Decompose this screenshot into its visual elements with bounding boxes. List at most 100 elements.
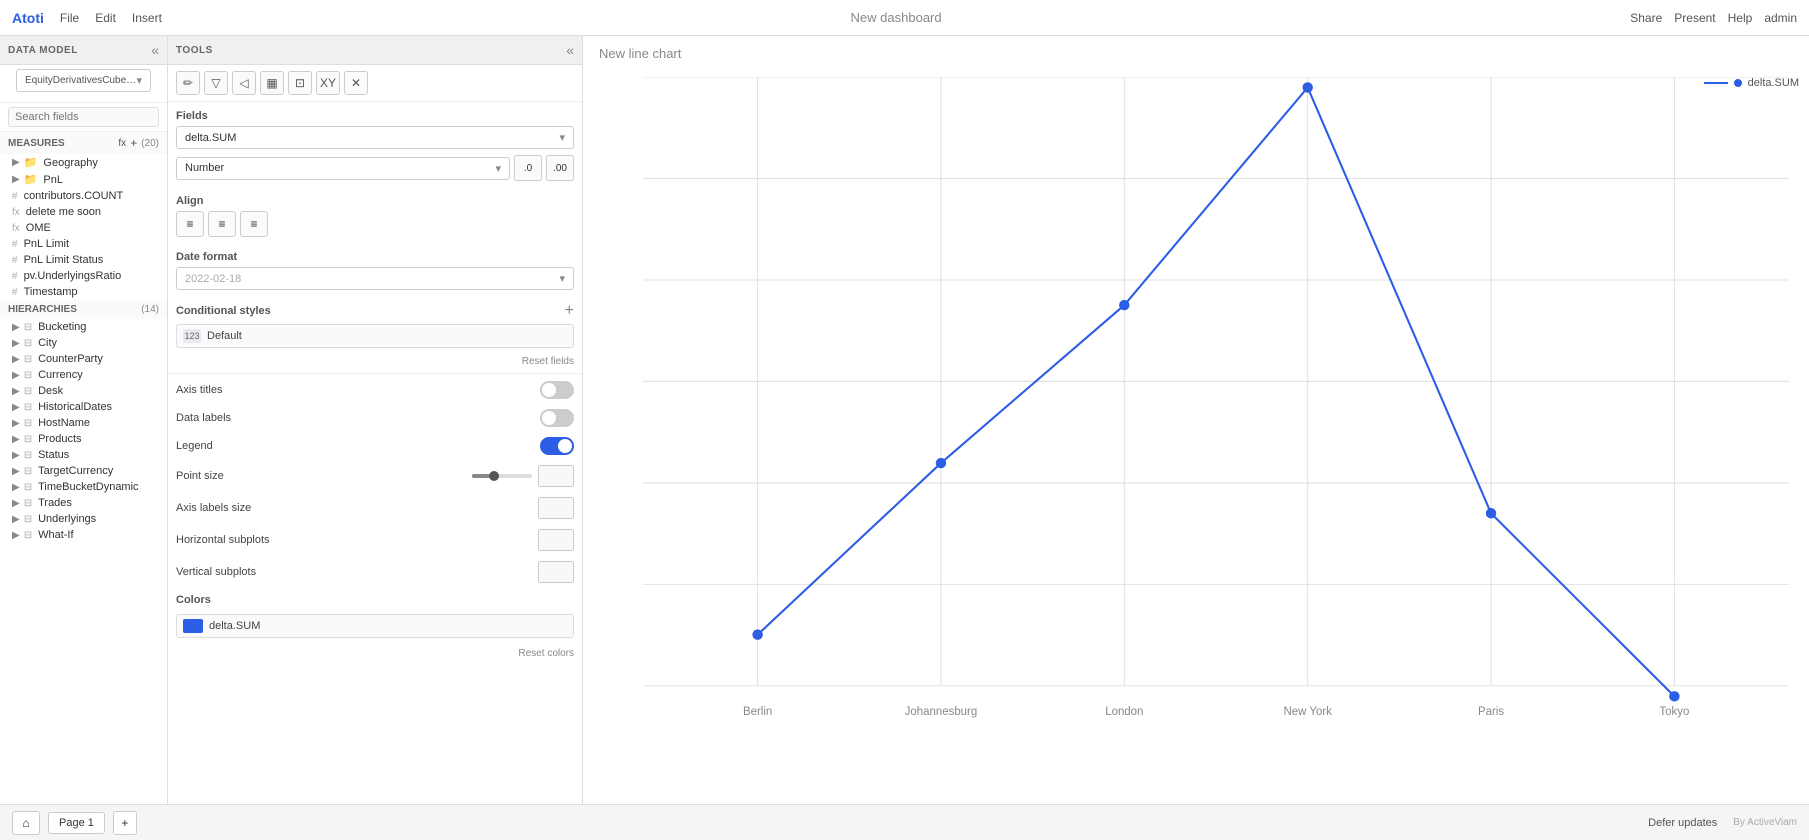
horizontal-subplots-input[interactable]: 6 <box>538 529 574 551</box>
format-value: Number <box>185 162 224 174</box>
conditional-styles-label: Conditional styles <box>176 305 271 317</box>
page-tab[interactable]: Page 1 <box>48 812 105 834</box>
pv-label: pv.UnderlyingsRatio <box>24 270 122 282</box>
hier-desk[interactable]: ▶ ⊟ Desk <box>0 383 167 399</box>
measures-geography[interactable]: ▶ 📁 Geography <box>0 154 167 171</box>
menu-edit[interactable]: Edit <box>95 11 116 25</box>
hier-hostname[interactable]: ▶ ⊟ HostName <box>0 415 167 431</box>
present-button[interactable]: Present <box>1674 11 1715 25</box>
home-btn[interactable]: ⌂ <box>12 811 40 835</box>
add-conditional-btn[interactable]: + <box>565 302 574 320</box>
search-input[interactable] <box>8 107 159 127</box>
defer-updates-btn[interactable]: Defer updates <box>1648 817 1717 829</box>
cell-tool-btn[interactable]: ⊡ <box>288 71 312 95</box>
close-tool-btn[interactable]: ✕ <box>344 71 368 95</box>
measures-title: MEASURES <box>8 138 65 149</box>
format-dot00-btn[interactable]: .00 <box>546 155 574 181</box>
topbar: Atoti File Edit Insert New dashboard Sha… <box>0 0 1809 36</box>
menu-bar: File Edit Insert <box>60 11 162 25</box>
hier-city[interactable]: ▶ ⊟ City <box>0 335 167 351</box>
point-size-input[interactable]: 4 <box>538 465 574 487</box>
measure-pnl-limit-status[interactable]: # PnL Limit Status <box>0 252 167 268</box>
axis-labels-size-row: Axis labels size 12 <box>168 492 582 524</box>
format-dropdown[interactable]: Number ▾ <box>176 157 510 180</box>
color-swatch[interactable] <box>183 619 203 633</box>
chart-title: New line chart <box>599 46 681 61</box>
hier-timebucket[interactable]: ▶ ⊟ TimeBucketDynamic <box>0 479 167 495</box>
sort-tool-btn[interactable]: ◁ <box>232 71 256 95</box>
vertical-subplots-input[interactable]: 6 <box>538 561 574 583</box>
edit-tool-btn[interactable]: ✏ <box>176 71 200 95</box>
datasource-arrow: ▾ <box>136 74 142 87</box>
reset-colors-link[interactable]: Reset colors <box>168 644 582 663</box>
filter-tool-btn[interactable]: ▽ <box>204 71 228 95</box>
help-button[interactable]: Help <box>1728 11 1753 25</box>
pnl-limit-status-label: PnL Limit Status <box>24 254 104 266</box>
collapse-left-btn[interactable]: « <box>151 42 159 58</box>
conditional-default-label: Default <box>207 330 242 342</box>
measure-delete[interactable]: fx delete me soon <box>0 204 167 220</box>
chart-header: New line chart <box>583 36 1809 67</box>
fields-dropdown[interactable]: delta.SUM ▾ <box>176 126 574 149</box>
legend-dot <box>1734 79 1742 87</box>
share-button[interactable]: Share <box>1630 11 1662 25</box>
add-page-btn[interactable]: + <box>113 811 137 835</box>
date-format-dropdown[interactable]: 2022-02-18 ▾ <box>176 267 574 290</box>
fx-btn[interactable]: fx <box>118 138 126 149</box>
data-labels-toggle[interactable] <box>540 409 574 427</box>
table-tool-btn[interactable]: ▦ <box>260 71 284 95</box>
hier-targetcurrency[interactable]: ▶ ⊟ TargetCurrency <box>0 463 167 479</box>
hier-status[interactable]: ▶ ⊟ Status <box>0 447 167 463</box>
align-left-btn[interactable]: ≡ <box>176 211 204 237</box>
colors-section: Colors delta.SUM <box>168 588 582 644</box>
legend-label: Legend <box>176 440 213 452</box>
align-right-btn[interactable]: ≡ <box>240 211 268 237</box>
add-measure-btn[interactable]: + <box>130 136 137 150</box>
axis-labels-size-input[interactable]: 12 <box>538 497 574 519</box>
hier-bucketing[interactable]: ▶ ⊟ Bucketing <box>0 319 167 335</box>
point-paris <box>1486 508 1496 518</box>
hier-whatif[interactable]: ▶ ⊟ What-If <box>0 527 167 543</box>
legend-toggle[interactable] <box>540 437 574 455</box>
pnl-limit-label: PnL Limit <box>24 238 69 250</box>
measures-pnl[interactable]: ▶ 📁 PnL <box>0 171 167 188</box>
svg-text:Paris: Paris <box>1478 706 1504 718</box>
products-label: Products <box>38 433 81 445</box>
tools-panel: TOOLS « ✏ ▽ ◁ ▦ ⊡ XY ✕ Fields delta.SUM … <box>168 36 583 804</box>
reset-fields-link[interactable]: Reset fields <box>168 352 582 371</box>
hier-products[interactable]: ▶ ⊟ Products <box>0 431 167 447</box>
hier-counterparty[interactable]: ▶ ⊟ CounterParty <box>0 351 167 367</box>
user-button[interactable]: admin <box>1764 11 1797 25</box>
counterparty-label: CounterParty <box>38 353 103 365</box>
measure-contributors[interactable]: # contributors.COUNT <box>0 188 167 204</box>
xy-tool-btn[interactable]: XY <box>316 71 340 95</box>
hash-pv: # <box>12 271 18 282</box>
point-size-fill <box>472 474 490 478</box>
measure-ome[interactable]: fx OME <box>0 220 167 236</box>
hier-trades[interactable]: ▶ ⊟ Trades <box>0 495 167 511</box>
svg-text:New York: New York <box>1284 706 1333 718</box>
measure-timestamp[interactable]: # Timestamp <box>0 284 167 300</box>
hier-historical[interactable]: ▶ ⊟ HistoricalDates <box>0 399 167 415</box>
align-row: ≡ ≡ ≡ <box>176 211 574 237</box>
pnl-label: PnL <box>43 174 63 186</box>
measure-pv[interactable]: # pv.UnderlyingsRatio <box>0 268 167 284</box>
format-dot0-btn[interactable]: .0 <box>514 155 542 181</box>
point-size-thumb[interactable] <box>489 471 499 481</box>
point-size-slider-container: 4 <box>472 465 574 487</box>
axis-titles-toggle[interactable] <box>540 381 574 399</box>
measure-pnl-limit[interactable]: # PnL Limit <box>0 236 167 252</box>
hier-underlyings[interactable]: ▶ ⊟ Underlyings <box>0 511 167 527</box>
datasource-dropdown[interactable]: EquityDerivativesCube - R... ▾ <box>16 69 151 92</box>
menu-file[interactable]: File <box>60 11 79 25</box>
home-icon: ⌂ <box>22 816 29 830</box>
hier-currency[interactable]: ▶ ⊟ Currency <box>0 367 167 383</box>
conditional-default-row: 123 Default <box>176 324 574 348</box>
chart-container: delta.SUM 300k 200k 100k 0 -100k -200k - <box>583 67 1809 804</box>
align-center-btn[interactable]: ≡ <box>208 211 236 237</box>
menu-insert[interactable]: Insert <box>132 11 162 25</box>
point-size-track[interactable] <box>472 474 532 478</box>
data-model-title: DATA MODEL <box>8 45 78 56</box>
collapse-tools-btn[interactable]: « <box>566 42 574 58</box>
axis-labels-size-label: Axis labels size <box>176 502 251 514</box>
